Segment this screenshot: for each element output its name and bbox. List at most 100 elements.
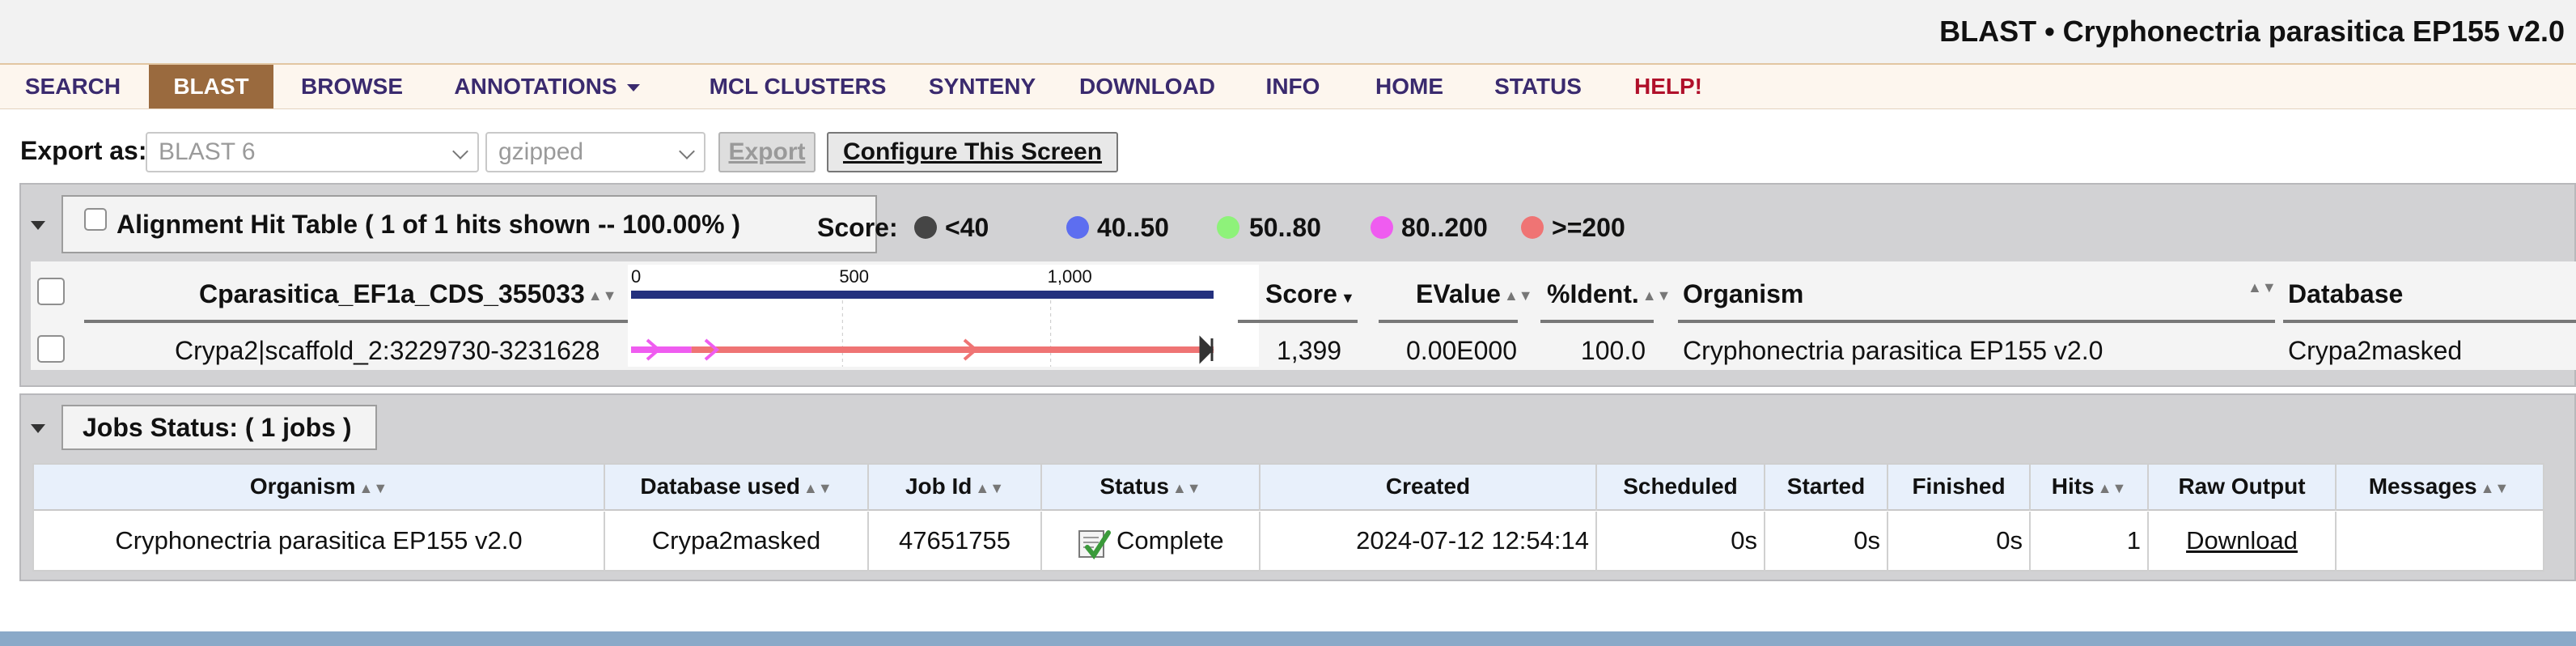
nav-status[interactable]: STATUS (1485, 65, 1591, 108)
ruler-tick-label: 500 (839, 266, 869, 287)
sort-icon[interactable]: ▲▼ (2248, 279, 2277, 296)
nav-info[interactable]: INFO (1252, 65, 1333, 108)
legend-label-50-80: 50..80 (1249, 213, 1321, 242)
jobs-title-box: Jobs Status: ( 1 jobs ) (61, 405, 377, 450)
sort-icon: ▲▼ (2097, 479, 2127, 496)
jobs-header-hits[interactable]: Hits ▲▼ (2031, 465, 2149, 511)
alignment-hit-table: Cparasitica_EF1a_CDS_355033 ▲▼ 0 500 1,000 … (31, 261, 2576, 370)
nav-browse[interactable]: BROWSE (283, 65, 421, 108)
status-complete-icon (1078, 530, 1111, 560)
job-scheduled: 0s (1597, 512, 1765, 572)
jobs-header-created: Created (1260, 465, 1597, 511)
select-all-hits-checkbox[interactable] (84, 208, 107, 231)
header-label: Hits (2051, 474, 2095, 499)
jobs-header-job-id[interactable]: Job Id ▲▼ (869, 465, 1042, 511)
export-compression-value: gzipped (498, 138, 584, 165)
divider (2283, 320, 2576, 323)
evalue-column-header[interactable]: EValue ▲▼ (1416, 279, 1533, 309)
job-organism: Cryphonectria parasitica EP155 v2.0 (34, 512, 605, 572)
legend-label-lt40: <40 (945, 213, 989, 242)
nav-blast[interactable]: BLAST (149, 65, 273, 108)
jobs-header-database[interactable]: Database used ▲▼ (605, 465, 869, 511)
job-database: Crypa2masked (605, 512, 869, 572)
database-column-label: Database (2288, 279, 2404, 308)
jobs-title: Jobs Status: ( 1 jobs ) (83, 413, 352, 442)
sort-icon: ▲▼ (1642, 287, 1671, 304)
nav-search[interactable]: SEARCH (8, 65, 138, 108)
job-id: 47651755 (869, 512, 1042, 572)
hit-segment-gte200 (691, 346, 1214, 353)
nav-download[interactable]: DOWNLOAD (1068, 65, 1227, 108)
score-column-header[interactable]: Score ▼ (1265, 279, 1355, 309)
organism-column-label: Organism (1683, 279, 1804, 308)
sort-icon: ▲▼ (803, 479, 833, 496)
ruler-tick-label: 1,000 (1048, 266, 1092, 287)
divider (84, 320, 641, 323)
sort-icon: ▲▼ (975, 479, 1005, 496)
nav-annotations-label: ANNOTATIONS (454, 74, 617, 99)
header-row-checkbox[interactable] (37, 278, 65, 305)
legend-dot-80-200 (1371, 216, 1393, 239)
header-label: Messages (2368, 474, 2477, 499)
nav-home[interactable]: HOME (1367, 65, 1451, 108)
footer-bar (0, 631, 2576, 646)
nav-mcl-clusters[interactable]: MCL CLUSTERS (684, 65, 911, 108)
database-column-header[interactable]: Database (2288, 279, 2403, 309)
job-status: Complete (1042, 512, 1260, 572)
job-created: 2024-07-12 12:54:14 (1260, 512, 1597, 572)
chevron-down-icon (452, 143, 468, 159)
collapse-toggle-icon[interactable] (31, 424, 45, 433)
hit-row-checkbox[interactable] (37, 335, 65, 363)
nav-help[interactable]: HELP! (1623, 65, 1714, 108)
hit-database: Crypa2masked (2288, 336, 2463, 365)
hit-score: 1,399 (1277, 336, 1342, 365)
header-label: Job Id (905, 474, 972, 499)
jobs-header-started: Started (1765, 465, 1888, 511)
jobs-header-raw-output: Raw Output (2149, 465, 2337, 511)
divider (1540, 320, 1654, 323)
score-column-label: Score (1265, 279, 1337, 308)
organism-column-header[interactable]: Organism (1683, 279, 1803, 309)
legend-dot-lt40 (914, 216, 937, 239)
hit-segment-80-200 (631, 346, 692, 353)
sort-icon: ▲▼ (587, 287, 617, 304)
jobs-header-organism[interactable]: Organism ▲▼ (34, 465, 605, 511)
query-column-label: Cparasitica_EF1a_CDS_355033 (199, 279, 585, 308)
evalue-column-label: EValue (1416, 279, 1501, 308)
configure-screen-button[interactable]: Configure This Screen (827, 132, 1118, 172)
raw-output-download-link[interactable]: Download (2149, 512, 2337, 572)
divider (1238, 320, 1358, 323)
sort-desc-icon: ▼ (1340, 290, 1355, 306)
job-started: 0s (1765, 512, 1888, 572)
nav-synteny[interactable]: SYNTENY (914, 65, 1050, 108)
title-bar: BLAST • Cryphonectria parasitica EP155 v… (0, 0, 2576, 65)
export-compression-select[interactable]: gzipped (485, 132, 705, 172)
header-label: Status (1099, 474, 1169, 499)
jobs-header-status[interactable]: Status ▲▼ (1042, 465, 1260, 511)
hit-end-marker (1199, 335, 1214, 364)
chevron-down-icon (679, 143, 695, 159)
query-column-header[interactable]: Cparasitica_EF1a_CDS_355033 ▲▼ (199, 279, 616, 309)
sort-icon: ▲▼ (358, 479, 388, 496)
main-nav: SEARCH BLAST BROWSE ANNOTATIONS MCL CLUS… (0, 65, 2576, 109)
legend-dot-50-80 (1217, 216, 1239, 239)
chevron-down-icon (626, 84, 640, 92)
export-button[interactable]: Export (718, 132, 816, 172)
jobs-header-messages[interactable]: Messages ▲▼ (2337, 465, 2541, 511)
job-messages (2337, 512, 2541, 572)
jobs-table: Organism ▲▼ Database used ▲▼ Job Id ▲▼ Stat… (32, 463, 2544, 572)
jobs-header-finished: Finished (1888, 465, 2031, 511)
ident-column-header[interactable]: %Ident. ▲▼ (1547, 279, 1671, 309)
alignment-ruler: 0 500 1,000 (631, 265, 1214, 367)
export-format-select[interactable]: BLAST 6 (146, 132, 479, 172)
collapse-toggle-icon[interactable] (31, 221, 45, 230)
jobs-header-scheduled: Scheduled (1597, 465, 1765, 511)
legend-label-gte200: >=200 (1552, 213, 1625, 242)
job-status-label: Complete (1116, 526, 1224, 555)
hit-organism: Cryphonectria parasitica EP155 v2.0 (1683, 336, 2104, 365)
ident-column-label: %Ident. (1547, 279, 1639, 308)
sort-icon: ▲▼ (1503, 287, 1533, 304)
legend-label-40-50: 40..50 (1097, 213, 1169, 242)
hit-id[interactable]: Crypa2|scaffold_2:3229730-3231628 (175, 336, 600, 366)
nav-annotations[interactable]: ANNOTATIONS (442, 65, 652, 108)
